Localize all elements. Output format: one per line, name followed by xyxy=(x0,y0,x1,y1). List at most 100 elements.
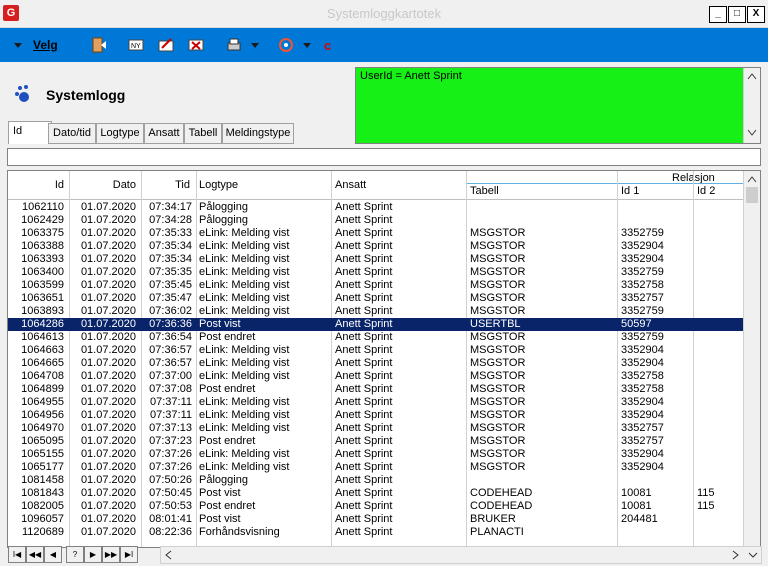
table-row[interactable]: 1081458 01.07.2020 07:50:26 Pålogging Anett … xyxy=(8,474,743,487)
tab-meldingstype[interactable]: Meldingstype xyxy=(222,123,294,144)
info-textbox[interactable]: UserId = Anett Sprint xyxy=(355,67,761,144)
table-row[interactable]: 1082005 01.07.2020 07:50:53 Post endret Anet… xyxy=(8,500,743,513)
cell-ansatt: Anett Sprint xyxy=(335,227,393,239)
tab-ansatt[interactable]: Ansatt xyxy=(144,123,184,144)
cell-id: 1096057 xyxy=(21,513,64,525)
table-row[interactable]: 1064663 01.07.2020 07:36:57 eLink: Melding … xyxy=(8,344,743,357)
tab-dato-tid[interactable]: Dato/tid xyxy=(48,123,96,144)
cell-ansatt: Anett Sprint xyxy=(335,357,393,369)
refresh-icon[interactable]: c xyxy=(320,36,338,54)
header-tid[interactable]: Tid xyxy=(142,179,190,191)
cell-logtype: Post endret xyxy=(199,331,256,343)
cell-id: 1064663 xyxy=(21,344,64,356)
new-icon[interactable]: NY xyxy=(127,36,145,54)
page-title: Systemlogg xyxy=(46,87,126,103)
table-row[interactable]: 1063388 01.07.2020 07:35:34 eLink: Melding … xyxy=(8,240,743,253)
header-logtype[interactable]: Logtype xyxy=(199,179,238,191)
table-row[interactable]: 1081843 01.07.2020 07:50:45 Post vist Anett … xyxy=(8,487,743,500)
cell-id: 1063388 xyxy=(21,240,64,252)
table-row[interactable]: 1064956 01.07.2020 07:37:11 eLink: Melding … xyxy=(8,409,743,422)
nav-last-button[interactable]: ▶I xyxy=(120,546,138,563)
table-row[interactable]: 1063651 01.07.2020 07:35:47 eLink: Melding … xyxy=(8,292,743,305)
nav-first-button[interactable]: I◀ xyxy=(8,546,26,563)
table-row[interactable]: 1096057 01.07.2020 08:01:41 Post vist Anett … xyxy=(8,513,743,526)
maximize-button[interactable]: □ xyxy=(728,6,746,23)
print-icon[interactable] xyxy=(225,36,243,54)
table-row[interactable]: 1064970 01.07.2020 07:37:13 eLink: Melding … xyxy=(8,422,743,435)
header-id[interactable]: Id xyxy=(18,179,64,191)
exit-door-icon[interactable] xyxy=(90,36,108,54)
info-scrollbar[interactable] xyxy=(743,68,760,143)
cell-tabell: MSGSTOR xyxy=(470,357,526,369)
table-row[interactable]: 1063893 01.07.2020 07:36:02 eLink: Melding … xyxy=(8,305,743,318)
cell-tid: 07:50:45 xyxy=(149,487,192,499)
table-row[interactable]: 1064899 01.07.2020 07:37:08 Post endret Anet… xyxy=(8,383,743,396)
filter-input[interactable] xyxy=(7,148,761,166)
cell-id1: 10081 xyxy=(621,500,652,512)
menu-arrow-icon[interactable] xyxy=(10,36,28,54)
cell-ansatt: Anett Sprint xyxy=(335,370,393,382)
table-row[interactable]: 1062429 01.07.2020 07:34:28 Pålogging Anett … xyxy=(8,214,743,227)
cell-dato: 01.07.2020 xyxy=(80,435,136,447)
cell-dato: 01.07.2020 xyxy=(80,214,136,226)
cell-tid: 07:37:23 xyxy=(149,435,192,447)
cell-dato: 01.07.2020 xyxy=(80,201,136,213)
cell-id: 1064899 xyxy=(21,383,64,395)
cell-tid: 07:36:02 xyxy=(149,305,192,317)
table-row[interactable]: 1064286 01.07.2020 07:36:36 Post vist Anett … xyxy=(8,318,743,331)
cell-tabell: MSGSTOR xyxy=(470,253,526,265)
cell-tabell: BRUKER xyxy=(470,513,516,525)
delete-icon[interactable] xyxy=(187,36,205,54)
cell-logtype: eLink: Melding vist xyxy=(199,305,290,317)
cell-logtype: eLink: Melding vist xyxy=(199,409,290,421)
tab-id[interactable]: Id xyxy=(8,121,52,144)
nav-next-button[interactable]: ▶ xyxy=(84,546,102,563)
cell-logtype: eLink: Melding vist xyxy=(199,279,290,291)
cell-tabell: MSGSTOR xyxy=(470,292,526,304)
cell-dato: 01.07.2020 xyxy=(80,305,136,317)
table-row[interactable]: 1063393 01.07.2020 07:35:34 eLink: Melding … xyxy=(8,253,743,266)
table-row[interactable]: 1064613 01.07.2020 07:36:54 Post endret Anet… xyxy=(8,331,743,344)
tools-icon[interactable] xyxy=(277,36,295,54)
table-row[interactable]: 1120689 01.07.2020 08:22:36 Forhåndsvisning… xyxy=(8,526,743,539)
close-button[interactable]: X xyxy=(747,6,765,23)
table-vertical-scrollbar[interactable] xyxy=(743,171,760,547)
tab-logtype[interactable]: Logtype xyxy=(96,123,144,144)
cell-ansatt: Anett Sprint xyxy=(335,253,393,265)
tab-tabell[interactable]: Tabell xyxy=(184,123,222,144)
header-dato[interactable]: Dato xyxy=(70,179,136,191)
nav-next-page-button[interactable]: ▶▶ xyxy=(102,546,120,563)
cell-ansatt: Anett Sprint xyxy=(335,409,393,421)
cell-tid: 07:50:26 xyxy=(149,474,192,486)
header-tabell[interactable]: Tabell xyxy=(470,185,499,197)
header-id2[interactable]: Id 2 xyxy=(697,185,715,197)
minimize-button[interactable]: _ xyxy=(709,6,727,23)
cell-ansatt: Anett Sprint xyxy=(335,474,393,486)
table-horizontal-scrollbar[interactable] xyxy=(160,546,762,564)
table-row[interactable]: 1063375 01.07.2020 07:35:33 eLink: Melding … xyxy=(8,227,743,240)
cell-id1: 3352904 xyxy=(621,448,664,460)
velg-menu[interactable]: Velg xyxy=(33,36,58,54)
nav-search-button[interactable]: ? xyxy=(66,546,84,563)
cell-tabell: MSGSTOR xyxy=(470,422,526,434)
table-row[interactable]: 1065095 01.07.2020 07:37:23 Post endret Anet… xyxy=(8,435,743,448)
table-row[interactable]: 1064665 01.07.2020 07:36:57 eLink: Melding … xyxy=(8,357,743,370)
table-row[interactable]: 1064708 01.07.2020 07:37:00 eLink: Melding … xyxy=(8,370,743,383)
table-row[interactable]: 1065177 01.07.2020 07:37:26 eLink: Melding … xyxy=(8,461,743,474)
table-row[interactable]: 1062110 01.07.2020 07:34:17 Pålogging Anett … xyxy=(8,201,743,214)
table-row[interactable]: 1064955 01.07.2020 07:37:11 eLink: Melding … xyxy=(8,396,743,409)
cell-logtype: Pålogging xyxy=(199,201,248,213)
table-row[interactable]: 1063400 01.07.2020 07:35:35 eLink: Melding … xyxy=(8,266,743,279)
print-dropdown-icon[interactable] xyxy=(246,36,264,54)
cell-id1: 3352757 xyxy=(621,422,664,434)
tools-dropdown-icon[interactable] xyxy=(298,36,316,54)
nav-prev-page-button[interactable]: ◀◀ xyxy=(26,546,44,563)
nav-prev-button[interactable]: ◀ xyxy=(44,546,62,563)
cell-id: 1064955 xyxy=(21,396,64,408)
header-ansatt[interactable]: Ansatt xyxy=(335,179,366,191)
edit-icon[interactable] xyxy=(157,36,175,54)
table-row[interactable]: 1065155 01.07.2020 07:37:26 eLink: Melding … xyxy=(8,448,743,461)
header-id1[interactable]: Id 1 xyxy=(621,185,639,197)
table-row[interactable]: 1063599 01.07.2020 07:35:45 eLink: Melding … xyxy=(8,279,743,292)
svg-text:NY: NY xyxy=(131,43,141,50)
